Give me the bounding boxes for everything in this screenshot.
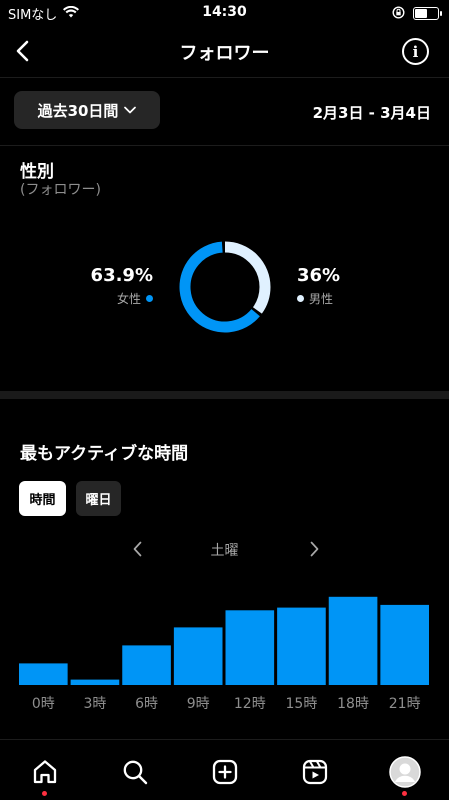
home-icon xyxy=(33,760,57,784)
page-title: フォロワー xyxy=(179,43,270,64)
create-icon xyxy=(212,759,238,785)
tab-profile[interactable] xyxy=(387,754,423,790)
male-dot xyxy=(297,295,304,302)
info-button[interactable]: i xyxy=(402,38,429,65)
bar-7 xyxy=(380,604,429,685)
bar-4 xyxy=(225,610,275,685)
active-times-title: 最もアクティブな時間 xyxy=(20,444,189,464)
female-legend: 女性 xyxy=(91,290,153,307)
bar-3 xyxy=(173,627,223,685)
date-range-text: 2月3日 - 3月4日 xyxy=(312,104,431,122)
female-label: 女性 xyxy=(116,292,141,306)
x-tick-label: 3時 xyxy=(83,696,106,712)
tab-hours[interactable]: 時間 xyxy=(19,481,66,516)
range-dropdown[interactable]: 過去30日間 xyxy=(14,91,160,129)
tab-reels[interactable] xyxy=(297,754,333,790)
bar-0 xyxy=(19,663,68,685)
next-day-button[interactable] xyxy=(305,537,323,561)
tab-search[interactable] xyxy=(117,754,153,790)
tab-home[interactable] xyxy=(27,754,63,790)
bar-5 xyxy=(277,607,326,685)
male-label: 男性 xyxy=(309,292,334,306)
status-right xyxy=(392,4,442,23)
bar-2 xyxy=(122,645,171,685)
male-legend: 男性 xyxy=(297,290,340,307)
home-notification-dot xyxy=(42,791,47,796)
search-icon xyxy=(123,760,148,785)
battery-level xyxy=(415,9,427,18)
day-navigator: 土曜 xyxy=(0,537,449,561)
x-tick-label: 21時 xyxy=(389,696,421,712)
range-label: 過去30日間 xyxy=(37,101,119,120)
bar-6 xyxy=(328,596,378,685)
profile-avatar xyxy=(389,756,421,788)
status-time: 14:30 xyxy=(202,4,247,20)
profile-notification-dot xyxy=(402,791,407,796)
x-tick-label: 0時 xyxy=(32,696,55,712)
x-tick-label: 15時 xyxy=(286,696,318,712)
donut-segment-female xyxy=(179,241,271,333)
female-percent: 63.9% xyxy=(90,265,153,286)
tab-create[interactable] xyxy=(207,754,243,790)
gender-subtitle: (フォロワー) xyxy=(20,182,101,198)
orientation-lock-icon xyxy=(392,4,405,23)
female-dot xyxy=(146,295,153,302)
reels-icon xyxy=(302,759,328,785)
current-day-label: 土曜 xyxy=(210,543,239,559)
male-percent: 36% xyxy=(297,265,341,286)
female-stat: 63.9% 女性 xyxy=(91,265,153,307)
tab-days[interactable]: 曜日 xyxy=(76,481,121,516)
date-range-row: 過去30日間 2月3日 - 3月4日 xyxy=(0,78,449,146)
gender-donut-chart xyxy=(179,241,271,333)
section-divider xyxy=(0,391,449,399)
gender-section: 性別 (フォロワー) 63.9% 女性 36% 男性 xyxy=(0,147,449,391)
bar-1 xyxy=(70,679,120,685)
chevron-right-icon xyxy=(310,541,318,557)
battery-icon xyxy=(413,7,442,20)
status-bar: SIMなし 14:30 xyxy=(0,0,449,26)
x-tick-label: 12時 xyxy=(234,696,266,712)
x-tick-label: 9時 xyxy=(187,696,210,712)
active-times-section: 最もアクティブな時間 時間 曜日 土曜 0時 3時 6時 9時 12時 15時 18時 21時 xyxy=(0,399,449,739)
chevron-down-icon xyxy=(124,106,137,114)
nav-header: フォロワー i xyxy=(0,26,449,78)
info-icon: i xyxy=(412,42,419,61)
bottom-tab-bar xyxy=(0,739,449,800)
male-stat: 36% 男性 xyxy=(297,265,340,307)
x-tick-label: 6時 xyxy=(135,696,158,712)
active-hours-bar-chart: 0時 3時 6時 9時 12時 15時 18時 21時 xyxy=(19,596,429,712)
x-tick-label: 18時 xyxy=(337,696,369,712)
